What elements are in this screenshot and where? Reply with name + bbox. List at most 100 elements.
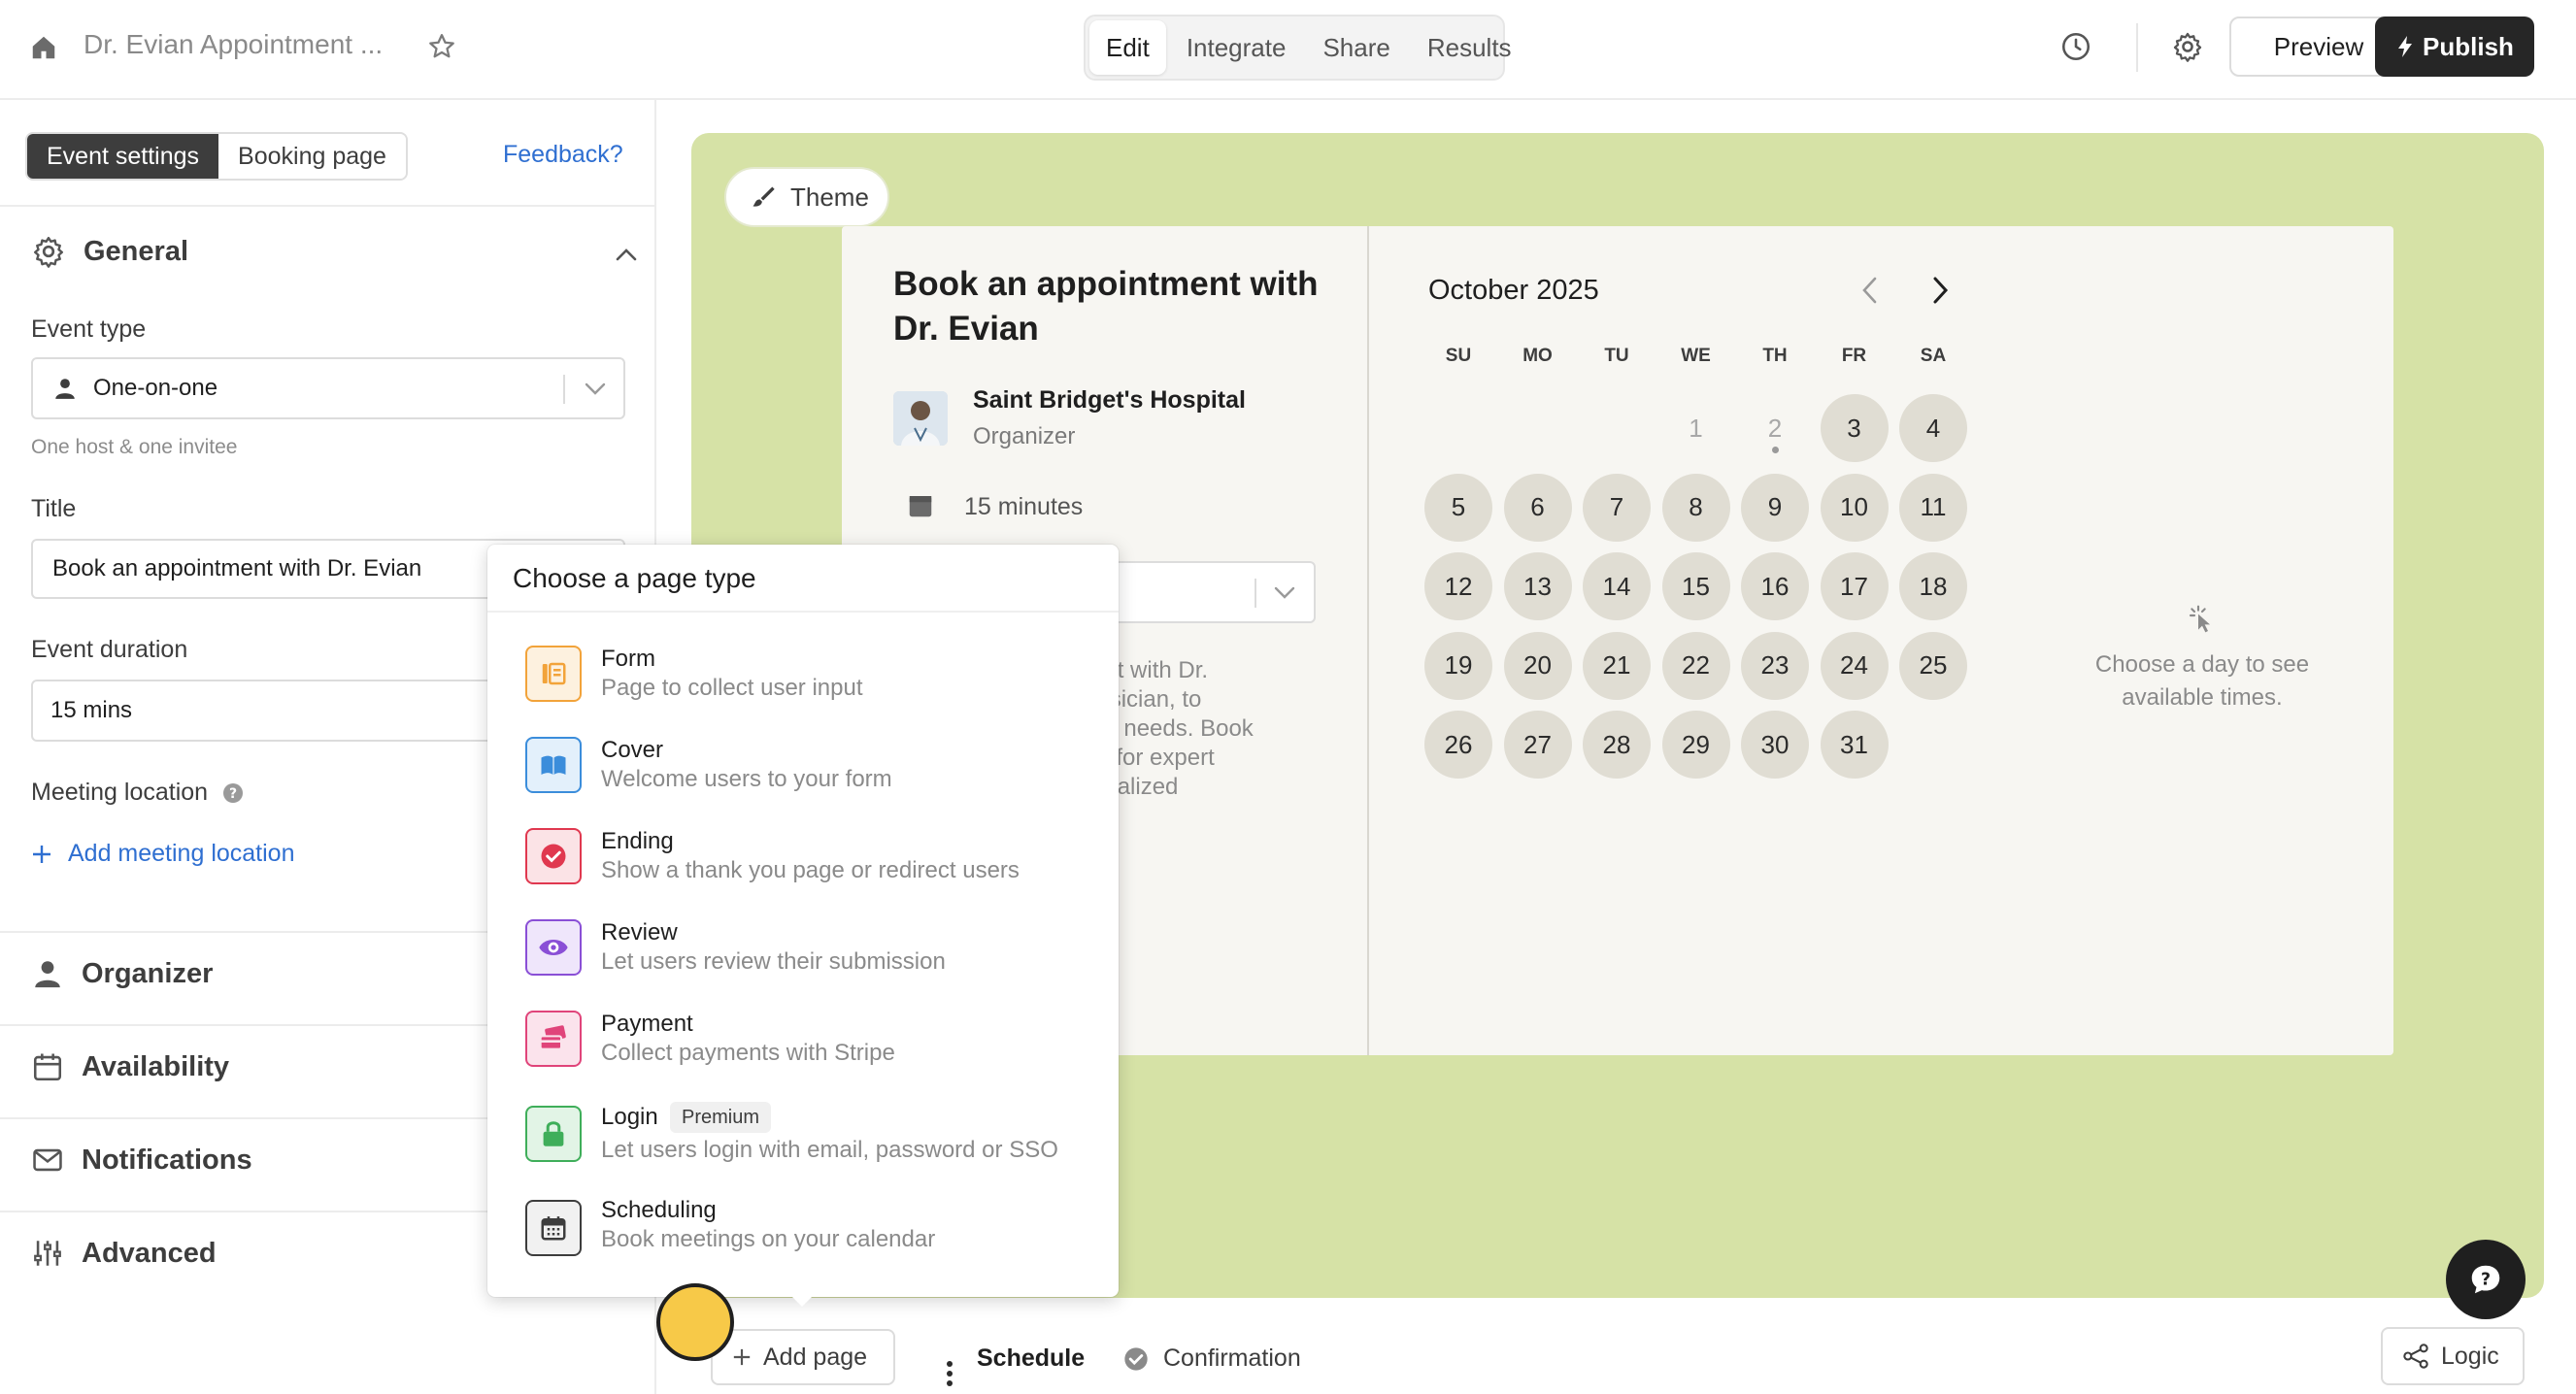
svg-text:?: ?: [229, 786, 237, 802]
theme-label: Theme: [790, 182, 869, 212]
calendar-day[interactable]: 15: [1661, 552, 1730, 620]
event-duration-label: Event duration: [31, 636, 188, 663]
paintbrush-icon: [750, 183, 777, 211]
help-chat-button[interactable]: ?: [2446, 1240, 2526, 1319]
page-tab-schedule[interactable]: Schedule: [977, 1344, 1085, 1373]
page-tab-confirmation[interactable]: Confirmation: [1163, 1344, 1301, 1373]
gear-icon: [31, 234, 66, 269]
segment-event-settings[interactable]: Event settings: [27, 134, 219, 179]
calendar-day[interactable]: 25: [1899, 631, 1967, 700]
menu-item-ending-title[interactable]: Ending: [601, 828, 674, 855]
add-meeting-location-label: Add meeting location: [68, 840, 295, 867]
menu-item-scheduling-desc[interactable]: Book meetings on your calendar: [601, 1226, 935, 1253]
calendar-day[interactable]: 5: [1424, 473, 1492, 542]
menu-item-review-desc[interactable]: Let users review their submission: [601, 948, 946, 976]
weekday-label: WE: [1681, 346, 1711, 366]
menu-item-payment-title[interactable]: Payment: [601, 1011, 693, 1038]
menu-item-payment-desc[interactable]: Collect payments with Stripe: [601, 1040, 895, 1067]
menu-item-login-title[interactable]: Login: [601, 1104, 658, 1131]
organizer-role: Organizer: [973, 423, 1076, 449]
card-icon[interactable]: [525, 1011, 582, 1067]
calendar-day[interactable]: 6: [1503, 473, 1572, 542]
feedback-link[interactable]: Feedback?: [503, 141, 623, 169]
book-icon[interactable]: [525, 737, 582, 793]
help-icon[interactable]: ?: [221, 781, 245, 805]
calendar-day[interactable]: 11: [1899, 473, 1967, 542]
logic-button[interactable]: Logic: [2381, 1327, 2525, 1385]
document-title[interactable]: Dr. Evian Appointment ...: [84, 29, 383, 60]
home-icon[interactable]: [29, 33, 58, 62]
divider: [487, 611, 1119, 613]
publish-button[interactable]: Publish: [2375, 17, 2534, 77]
calendar-day[interactable]: 21: [1583, 631, 1651, 700]
calendar-day[interactable]: 31: [1820, 711, 1889, 779]
section-organizer-header[interactable]: Organizer: [31, 957, 213, 990]
menu-item-cover-title[interactable]: Cover: [601, 737, 663, 764]
booking-title[interactable]: Book an appointment with Dr. Evian: [893, 262, 1340, 351]
calendar-day[interactable]: 29: [1661, 711, 1730, 779]
tab-share[interactable]: Share: [1306, 20, 1406, 75]
menu-item-ending-desc[interactable]: Show a thank you page or redirect users: [601, 857, 1020, 884]
calendar-day[interactable]: 16: [1741, 552, 1809, 620]
star-icon[interactable]: [427, 32, 456, 61]
add-meeting-location-button[interactable]: Add meeting location: [31, 840, 294, 868]
calendar-icon[interactable]: [525, 1200, 582, 1256]
section-advanced-header[interactable]: Advanced: [31, 1237, 217, 1270]
menu-item-form-title[interactable]: Form: [601, 646, 655, 673]
menu-item-form-desc[interactable]: Page to collect user input: [601, 675, 863, 702]
segment-booking-page[interactable]: Booking page: [218, 134, 406, 179]
calendar-day[interactable]: 9: [1741, 473, 1809, 542]
menu-item-scheduling-title[interactable]: Scheduling: [601, 1197, 717, 1224]
calendar-day[interactable]: 14: [1583, 552, 1651, 620]
calendar-day[interactable]: 27: [1503, 711, 1572, 779]
weekday-label: TU: [1604, 346, 1629, 366]
calendar-month-label: October 2025: [1428, 275, 1599, 306]
calendar-day[interactable]: 19: [1424, 631, 1492, 700]
calendar-day[interactable]: 12: [1424, 552, 1492, 620]
calendar-day[interactable]: 4: [1899, 394, 1967, 462]
timezone-select-partial[interactable]: [1107, 561, 1316, 623]
section-availability-header[interactable]: Availability: [31, 1050, 229, 1083]
lock-icon[interactable]: [525, 1106, 582, 1162]
section-notifications-header[interactable]: Notifications: [31, 1144, 252, 1177]
calendar-day[interactable]: 22: [1661, 631, 1730, 700]
event-type-select[interactable]: One-on-one: [31, 357, 625, 419]
calendar-day[interactable]: 17: [1820, 552, 1889, 620]
theme-button[interactable]: Theme: [724, 167, 889, 227]
menu-item-review-title[interactable]: Review: [601, 919, 678, 946]
chevron-left-icon[interactable]: [1860, 276, 1878, 305]
menu-item-login-desc[interactable]: Let users login with email, password or …: [601, 1137, 1058, 1164]
history-icon[interactable]: [2059, 30, 2092, 63]
calendar-day[interactable]: 26: [1424, 711, 1492, 779]
settings-gear-icon[interactable]: [2171, 30, 2204, 63]
calendar-day[interactable]: 20: [1503, 631, 1572, 700]
kebab-menu-icon[interactable]: [946, 1361, 953, 1386]
check-circle-icon[interactable]: [525, 828, 582, 884]
calendar-day[interactable]: 3: [1820, 394, 1889, 462]
booking-card-divider: [1367, 226, 1369, 1055]
calendar-day[interactable]: 28: [1583, 711, 1651, 779]
divider: [0, 205, 654, 207]
chevron-right-icon[interactable]: [1932, 276, 1950, 305]
calendar-icon: [31, 1050, 64, 1083]
form-icon[interactable]: [525, 646, 582, 702]
calendar-day[interactable]: 7: [1583, 473, 1651, 542]
event-type-value: One-on-one: [93, 375, 218, 401]
menu-item-cover-desc[interactable]: Welcome users to your form: [601, 766, 892, 793]
tab-edit[interactable]: Edit: [1089, 20, 1166, 75]
calendar-day[interactable]: 30: [1741, 711, 1809, 779]
calendar-day[interactable]: 8: [1661, 473, 1730, 542]
add-page-button[interactable]: Add page: [711, 1329, 895, 1385]
tab-integrate[interactable]: Integrate: [1170, 20, 1303, 75]
eye-icon[interactable]: [525, 919, 582, 976]
chevron-down-icon: [585, 382, 606, 396]
calendar-day[interactable]: 10: [1820, 473, 1889, 542]
cursor-highlight: [656, 1283, 734, 1361]
section-general-header[interactable]: General: [31, 234, 188, 269]
calendar-day[interactable]: 24: [1820, 631, 1889, 700]
calendar-day[interactable]: 18: [1899, 552, 1967, 620]
calendar-day[interactable]: 13: [1503, 552, 1572, 620]
tab-results[interactable]: Results: [1411, 20, 1528, 75]
chevron-up-icon[interactable]: [616, 248, 637, 261]
calendar-day[interactable]: 23: [1741, 631, 1809, 700]
